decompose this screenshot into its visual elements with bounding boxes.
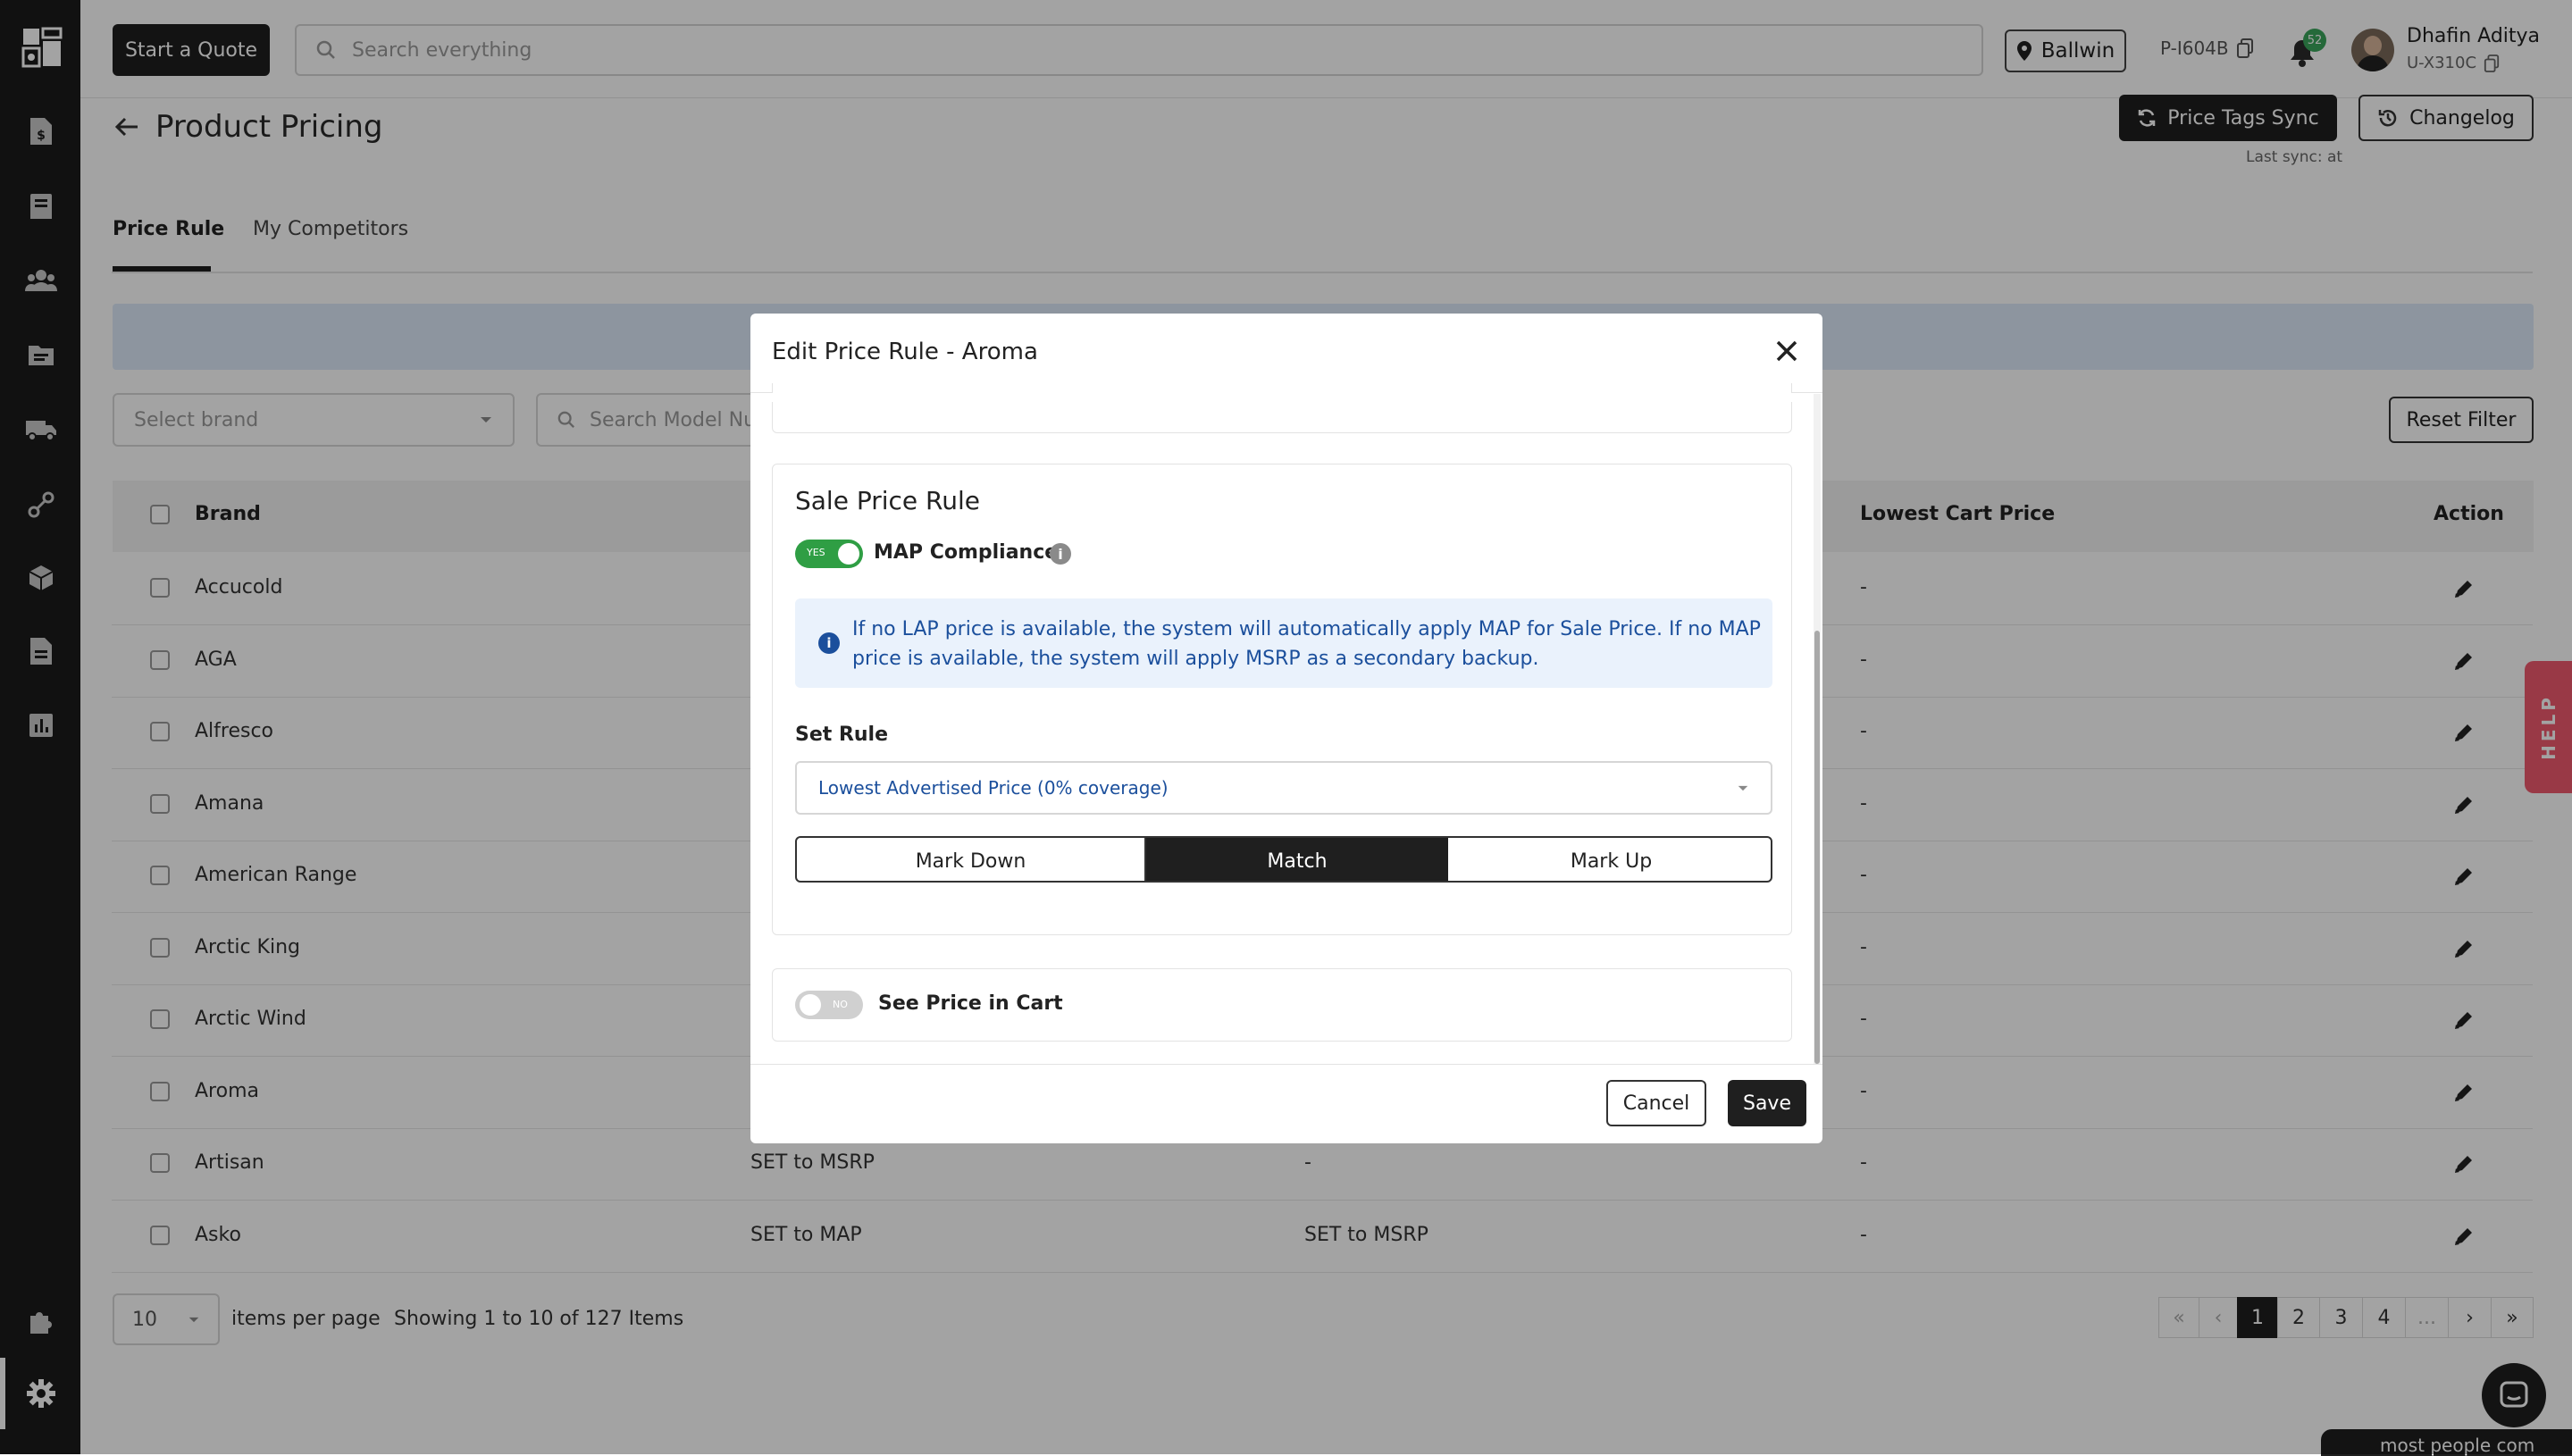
cancel-button[interactable]: Cancel xyxy=(1606,1080,1706,1126)
modal-title: Edit Price Rule - Aroma xyxy=(772,339,1038,365)
mark-down-option[interactable]: Mark Down xyxy=(797,838,1146,881)
section-title: Sale Price Rule xyxy=(795,486,980,515)
map-compliance-toggle[interactable]: YES xyxy=(795,540,863,568)
mark-up-option[interactable]: Mark Up xyxy=(1448,838,1771,881)
edit-price-rule-modal: Edit Price Rule - Aroma Sale Price Rule … xyxy=(750,314,1822,1143)
sale-price-rule-card: Sale Price Rule YES MAP Compliance i i I… xyxy=(772,464,1792,935)
match-option[interactable]: Match xyxy=(1146,838,1448,881)
set-rule-select[interactable]: Lowest Advertised Price (0% coverage) xyxy=(795,761,1772,815)
map-compliance-label: MAP Compliance xyxy=(874,541,1059,564)
modal-scroll-clip xyxy=(750,393,1813,402)
previous-rule-card xyxy=(772,383,1792,433)
see-price-in-cart-label: See Price in Cart xyxy=(878,992,1063,1015)
see-price-in-cart-card: NO See Price in Cart xyxy=(772,968,1792,1042)
info-icon[interactable]: i xyxy=(1050,543,1071,565)
toggle-knob xyxy=(800,994,821,1016)
see-price-in-cart-toggle[interactable]: NO xyxy=(795,991,863,1019)
toggle-knob xyxy=(838,543,859,565)
modal-footer-divider xyxy=(750,1064,1822,1065)
adjustment-segmented-control: Mark Down Match Mark Up xyxy=(795,836,1772,883)
info-circle-icon: i xyxy=(818,632,840,654)
map-info-alert: i If no LAP price is available, the syst… xyxy=(795,598,1772,688)
save-button[interactable]: Save xyxy=(1728,1080,1806,1126)
set-rule-label: Set Rule xyxy=(795,724,889,746)
modal-scrollbar-thumb[interactable] xyxy=(1814,631,1820,1064)
chevron-down-icon xyxy=(1738,785,1748,791)
map-info-text: If no LAP price is available, the system… xyxy=(852,618,1761,670)
close-icon[interactable] xyxy=(1774,339,1799,367)
